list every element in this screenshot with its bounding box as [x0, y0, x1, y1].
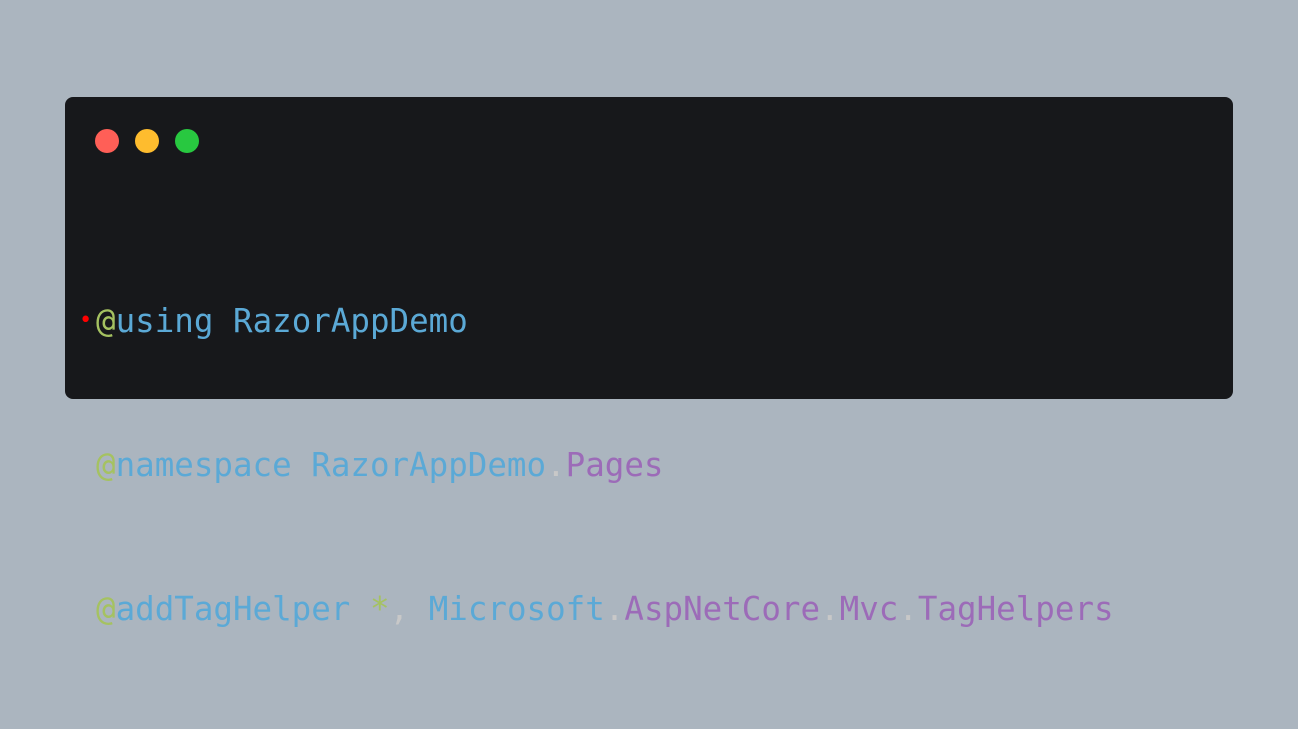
namespace-member: TagHelpers: [917, 590, 1114, 628]
page-background: { "colors": { "background": "#abb5bf", "…: [0, 0, 1298, 628]
close-window-dot[interactable]: [95, 129, 119, 153]
code-line-2: @namespace RazorAppDemo.Pages: [96, 441, 1114, 489]
namespace-member: Mvc: [839, 590, 899, 628]
dot-separator: .: [898, 590, 918, 628]
namespace-keyword: namespace: [115, 446, 292, 484]
code-line-3: @addTagHelper *, Microsoft.AspNetCore.Mv…: [96, 585, 1114, 633]
namespace-name: RazorAppDemo: [233, 302, 468, 340]
comma-separator: ,: [389, 590, 429, 628]
dot-separator: .: [604, 590, 625, 628]
code-block: • @using RazorAppDemo @namespace RazorApp…: [79, 201, 1114, 729]
wildcard: *: [369, 590, 390, 628]
namespace-name: Microsoft: [428, 590, 605, 628]
dot-separator: .: [546, 446, 566, 484]
maximize-window-dot[interactable]: [175, 129, 199, 153]
directive-at: @: [96, 590, 116, 628]
namespace-member: AspNetCore: [624, 590, 821, 628]
using-keyword: using: [115, 302, 214, 340]
code-window: • @using RazorAppDemo @namespace RazorApp…: [65, 97, 1233, 628]
directive-at: @: [96, 302, 116, 340]
namespace-member: Pages: [565, 446, 664, 484]
code-line-1: • @using RazorAppDemo: [79, 297, 1114, 345]
namespace-name: RazorAppDemo: [311, 446, 547, 484]
addtaghelper-keyword: addTagHelper: [115, 590, 351, 628]
minimize-window-dot[interactable]: [135, 129, 159, 153]
directive-at: @: [96, 446, 116, 484]
line-marker-dot: •: [79, 308, 93, 333]
dot-separator: .: [820, 590, 840, 628]
